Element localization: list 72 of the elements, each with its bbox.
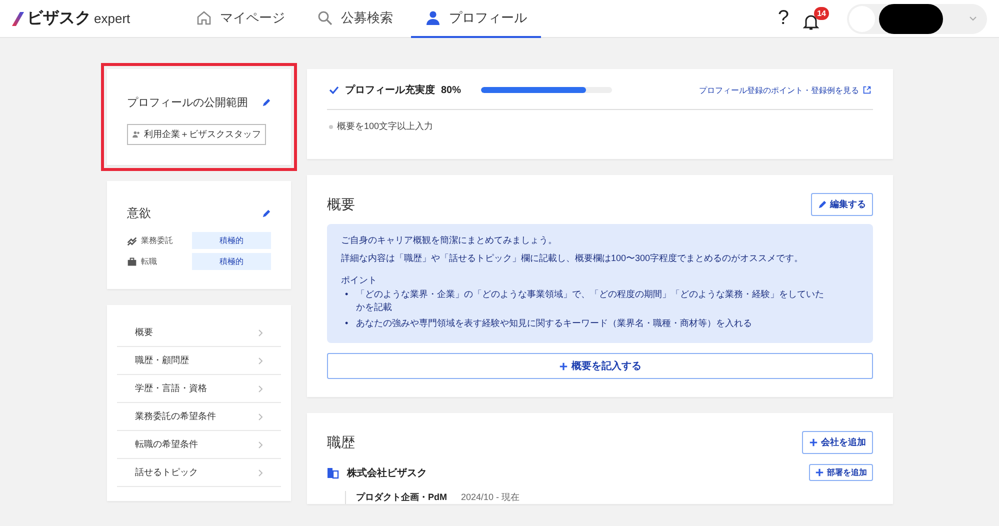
card-title: 意欲 bbox=[127, 205, 151, 222]
notification-button[interactable]: 14 bbox=[803, 6, 829, 30]
card-title: プロフィールの公開範囲 bbox=[127, 96, 248, 110]
nav-tab[interactable]: 公募検索 bbox=[303, 0, 407, 38]
chevron-down-icon bbox=[969, 16, 977, 21]
hint-text: ポイント bbox=[341, 274, 378, 286]
chevron-right-icon bbox=[258, 468, 263, 476]
notification-badge: 14 bbox=[814, 6, 829, 20]
logo-suffix[interactable]: expert bbox=[94, 11, 130, 26]
menu-item-label: 話せるトピック bbox=[135, 466, 198, 479]
redaction-block bbox=[879, 4, 943, 34]
building-icon bbox=[327, 466, 339, 478]
hint-bullet: あなたの強みや専門領域を表す経験や知見に関するキーワード（業界名・職種・商材等）を入れる bbox=[356, 317, 752, 330]
motivation-tag: 積極的 bbox=[192, 232, 271, 249]
hint-bullet: 「どのような業界・企業」の「どのような事業領域」で、「どの程度の期間」「どのような業務・経験」をしていたかを記載 bbox=[356, 288, 826, 314]
search-icon bbox=[317, 10, 333, 26]
logo-text[interactable]: ビザスク bbox=[27, 8, 91, 29]
check-icon bbox=[329, 86, 339, 94]
pencil-icon bbox=[818, 200, 827, 209]
chevron-right-icon bbox=[258, 356, 263, 364]
menu-item[interactable]: 概要 bbox=[117, 319, 281, 347]
menu-item-label: 職歴・顧問歴 bbox=[135, 354, 189, 367]
chevron-right-icon bbox=[258, 412, 263, 420]
hint-text: ご自身のキャリア概観を簡潔にまとめてみましょう。 bbox=[341, 234, 558, 246]
motivation-label: 業務委託 bbox=[141, 235, 173, 246]
edit-button[interactable]: 編集する bbox=[811, 193, 873, 216]
people-icon bbox=[132, 131, 141, 138]
nav-tab[interactable]: マイページ bbox=[182, 0, 299, 38]
edit-button[interactable] bbox=[262, 209, 271, 218]
menu-item[interactable]: 学歴・言語・資格 bbox=[117, 375, 281, 403]
motivation-label: 転職 bbox=[141, 256, 157, 267]
logo-slash-icon bbox=[12, 12, 24, 26]
bullet-dot bbox=[329, 124, 333, 128]
section-title: 概要 bbox=[327, 196, 355, 214]
add-company-button[interactable]: 会社を追加 bbox=[802, 431, 873, 454]
chevron-right-icon bbox=[258, 440, 263, 448]
completeness-label: プロフィール充実度 bbox=[345, 83, 435, 97]
menu-item[interactable]: 業務委託の希望条件 bbox=[117, 403, 281, 431]
menu-item-label: 転職の希望条件 bbox=[135, 438, 198, 451]
chevron-right-icon bbox=[258, 328, 263, 336]
plus-icon bbox=[558, 362, 568, 370]
completeness-value: 80% bbox=[441, 84, 462, 96]
visibility-text: 利用企業＋ビザスクスタッフ bbox=[144, 128, 261, 141]
bullet-mark: • bbox=[345, 317, 348, 330]
motivation-tag: 積極的 bbox=[192, 253, 271, 270]
menu-item[interactable]: 職歴・顧問歴 bbox=[117, 347, 281, 375]
guide-link[interactable]: プロフィール登録のポイント・登録例を見る bbox=[699, 84, 871, 96]
menu-item[interactable]: 話せるトピック bbox=[117, 459, 281, 487]
plus-icon bbox=[809, 438, 818, 447]
add-department-button[interactable]: 部署を追加 bbox=[809, 464, 873, 481]
nav-tab[interactable]: プロフィール bbox=[411, 0, 541, 38]
menu-item-label: 概要 bbox=[135, 326, 153, 339]
chevron-right-icon bbox=[258, 384, 263, 392]
home-icon bbox=[196, 10, 212, 26]
role-period: 2024/10 - 現在 bbox=[461, 491, 520, 504]
company-name: 株式会社ビザスク bbox=[347, 466, 427, 480]
plus-icon bbox=[815, 468, 824, 477]
role-title: プロダクト企画・PdM bbox=[356, 491, 447, 504]
user-menu[interactable] bbox=[847, 4, 987, 34]
briefcase-icon bbox=[127, 256, 137, 266]
help-button[interactable]: ? bbox=[778, 7, 789, 30]
person-icon bbox=[425, 10, 441, 26]
menu-item-label: 学歴・言語・資格 bbox=[135, 382, 207, 395]
edit-button[interactable] bbox=[262, 98, 271, 107]
add-summary-button[interactable]: 概要を記入する bbox=[327, 353, 873, 379]
hint-text: 詳細な内容は「職歴」や「話せるトピック」欄に記載し、概要欄は100〜300字程度でまとめるのがオススメです。 bbox=[341, 252, 804, 264]
section-title: 職歴 bbox=[327, 434, 355, 452]
menu-item[interactable]: 転職の希望条件 bbox=[117, 431, 281, 459]
bullet-mark: • bbox=[345, 288, 348, 301]
menu-item-label: 業務委託の希望条件 bbox=[135, 410, 216, 423]
external-link-icon bbox=[863, 86, 871, 94]
todo-item: 概要を100文字以上入力 bbox=[337, 120, 434, 133]
